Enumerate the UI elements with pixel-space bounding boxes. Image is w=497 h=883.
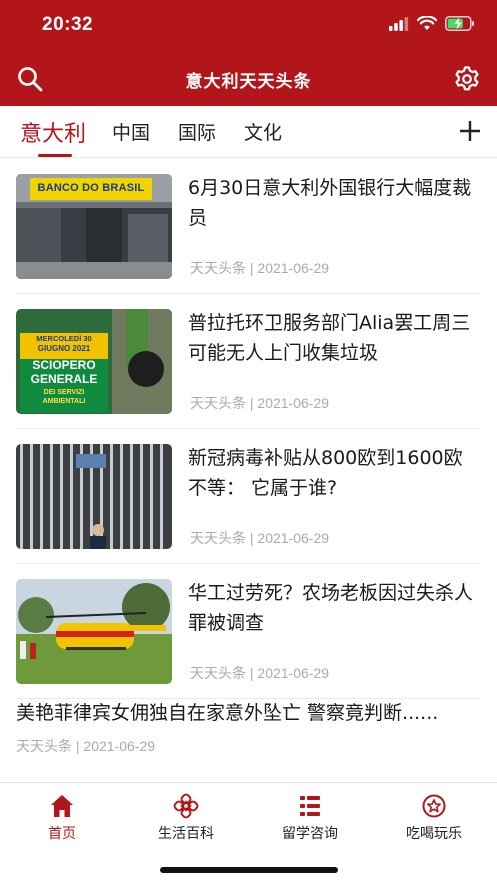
news-title[interactable]: 6月30日意大利外国银行大幅度裁员 <box>188 173 478 233</box>
signal-icon <box>389 16 409 31</box>
news-title[interactable]: 美艳菲律宾女佣独自在家意外坠亡 警察竟判断...... <box>16 698 481 728</box>
news-meta: 天天头条 | 2021-06-29 <box>190 395 330 411</box>
bottom-tab-study[interactable]: 留学咨询 <box>248 793 372 843</box>
home-icon <box>51 795 73 817</box>
status-bar: 20:32 <box>0 0 497 52</box>
news-thumbnail <box>16 444 172 549</box>
tab-italy[interactable]: 意大利 <box>20 116 86 148</box>
tab-china[interactable]: 中国 <box>112 118 150 145</box>
add-icon[interactable] <box>459 120 481 142</box>
battery-charging-icon <box>445 16 474 31</box>
tab-international[interactable]: 国际 <box>178 118 216 145</box>
bottom-tab-label: 生活百科 <box>158 826 214 842</box>
thumbnail-bank-sign: BANCO DO BRASIL <box>37 182 145 194</box>
active-tab-indicator <box>38 154 72 157</box>
bottom-tab-bar: 首页 生活百科 留学咨询 吃喝玩乐 <box>0 782 497 883</box>
news-thumbnail: BANCO DO BRASIL <box>16 174 172 279</box>
news-meta: 天天头条 | 2021-06-29 <box>16 738 156 754</box>
bottom-tab-home[interactable]: 首页 <box>0 793 124 843</box>
home-indicator[interactable] <box>160 867 338 873</box>
list-icon <box>300 796 320 816</box>
news-title[interactable]: 华工过劳死？农场老板因过失杀人罪被调查 <box>188 578 478 638</box>
news-meta: 天天头条 | 2021-06-29 <box>190 260 330 276</box>
news-item[interactable]: MERCOLEDÌ 30 GIUGNO 2021 SCIOPERO GENERA… <box>16 294 481 429</box>
knot-icon <box>173 793 199 819</box>
news-item[interactable]: BANCO DO BRASIL 6月30日意大利外国银行大幅度裁员 天天头条 |… <box>16 159 481 294</box>
nav-bar: 意大利天天头条 <box>0 52 497 106</box>
news-meta: 天天头条 | 2021-06-29 <box>190 665 330 681</box>
bottom-tab-label: 留学咨询 <box>282 826 338 842</box>
wifi-icon <box>417 16 437 30</box>
bottom-tab-label: 吃喝玩乐 <box>406 826 462 842</box>
status-icons <box>389 16 475 31</box>
gear-icon[interactable] <box>453 65 481 93</box>
news-title[interactable]: 普拉托环卫服务部门Alia罢工周三可能无人上门收集垃圾 <box>188 308 478 368</box>
thumbnail-strike-poster: MERCOLEDÌ 30 GIUGNO 2021 SCIOPERO GENERA… <box>30 334 98 405</box>
bottom-tab-label: 首页 <box>48 826 76 842</box>
news-item-text-only[interactable]: 美艳菲律宾女佣独自在家意外坠亡 警察竟判断...... 天天头条 | 2021-… <box>16 698 481 756</box>
tab-culture[interactable]: 文化 <box>244 118 282 145</box>
news-thumbnail <box>16 579 172 684</box>
news-thumbnail: MERCOLEDÌ 30 GIUGNO 2021 SCIOPERO GENERA… <box>16 309 172 414</box>
news-meta: 天天头条 | 2021-06-29 <box>190 530 330 546</box>
bottom-tab-leisure[interactable]: 吃喝玩乐 <box>372 793 496 843</box>
news-title[interactable]: 新冠病毒补贴从800欧到1600欧不等： 它属于谁? <box>188 443 478 503</box>
star-badge-icon <box>422 794 446 818</box>
page-title: 意大利天天头条 <box>185 72 312 92</box>
status-time: 20:32 <box>42 14 94 35</box>
bottom-tab-life[interactable]: 生活百科 <box>124 793 248 843</box>
category-tabs: 意大利 中国 国际 文化 <box>0 106 497 158</box>
news-item[interactable]: 新冠病毒补贴从800欧到1600欧不等： 它属于谁? 天天头条 | 2021-0… <box>16 429 481 564</box>
news-item[interactable]: 华工过劳死？农场老板因过失杀人罪被调查 天天头条 | 2021-06-29 <box>16 564 481 699</box>
